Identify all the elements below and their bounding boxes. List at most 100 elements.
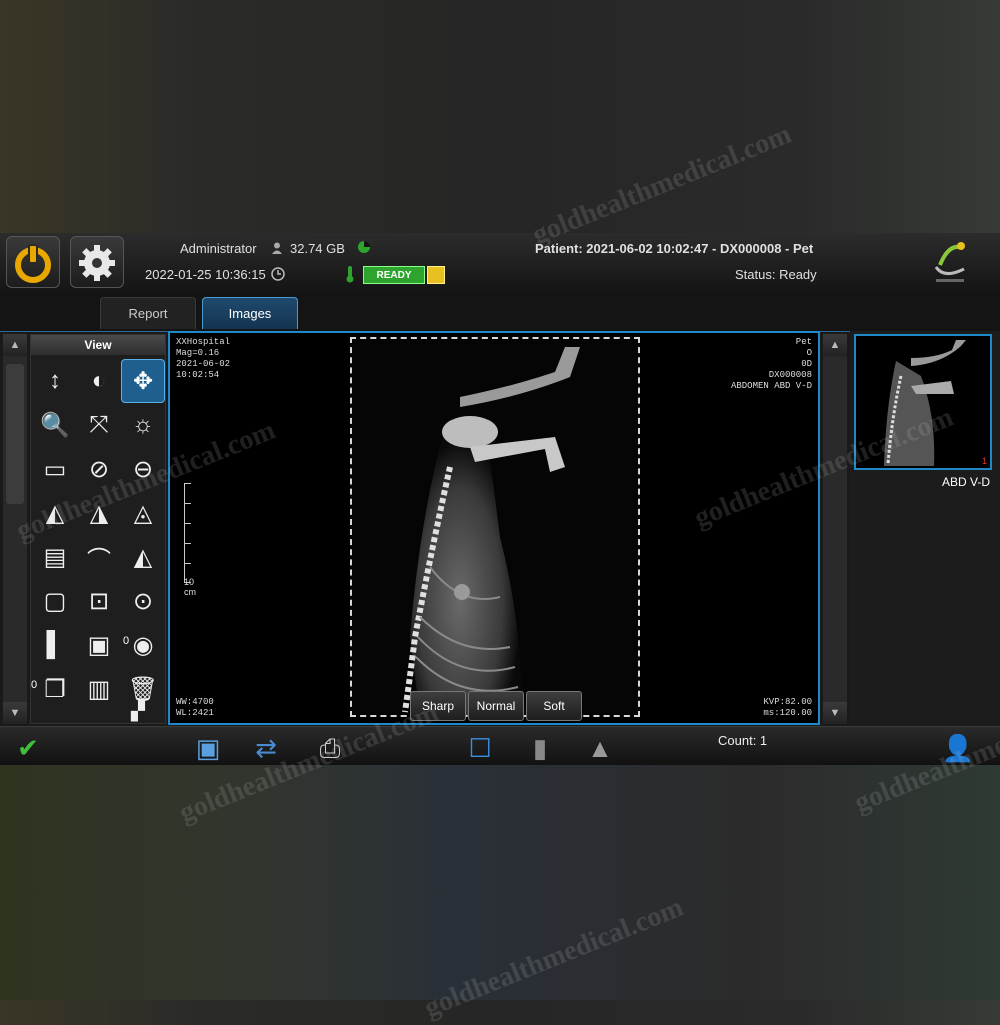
- mirror-right-icon: ◭: [133, 543, 153, 571]
- status-label: Status: Ready: [735, 267, 817, 282]
- magnifier-frame-icon: ⊡: [88, 587, 110, 615]
- page-button[interactable]: ▮: [522, 733, 558, 765]
- checkmark-icon: ✔: [17, 733, 39, 763]
- overlay-bottom-right: KVP:82.00 ms:120.00: [763, 697, 812, 718]
- overlay-bottom-left: WW:4700 WL:2421: [176, 697, 214, 718]
- thumbnail-index: 1: [981, 456, 987, 466]
- bottom-toolbar: ✔ ▣ ⇄ ⎙ ☐ ▮ ▲ Count: 1 👤: [0, 726, 1000, 765]
- image-count: Count: 1: [718, 733, 768, 748]
- layout-button[interactable]: ☐: [462, 733, 498, 765]
- floppy-disk-icon: ▣: [195, 733, 221, 763]
- triangle-up-icon: ▲: [587, 733, 613, 763]
- datetime-label: 2022-01-25 10:36:15: [145, 267, 266, 282]
- power-icon: [15, 244, 51, 283]
- doctor-button[interactable]: 👤: [940, 733, 976, 765]
- brightness-icon: ☼: [132, 411, 154, 438]
- app-window: Administrator 32.74 GB Patient: 2021-06-…: [0, 233, 1000, 765]
- tool-button[interactable]: ☼: [121, 403, 165, 447]
- image-viewer[interactable]: XXHospital Mag=0.16 2021-06-02 10:02:54 Pe…: [168, 331, 820, 725]
- contrast-icon: ▌: [46, 631, 64, 658]
- transfer-icon: ⇄: [255, 733, 277, 763]
- eye-icon: ◉: [132, 631, 154, 659]
- save-button[interactable]: ▣: [190, 733, 226, 765]
- mirror-icon: ◬: [133, 499, 153, 527]
- tool-button[interactable]: ❐: [33, 667, 77, 711]
- tab-report[interactable]: Report: [100, 297, 196, 329]
- flip-vertical-icon: ◮: [89, 499, 109, 527]
- disk-usage-icon: [357, 240, 371, 254]
- rotate-icon: ⌒: [87, 546, 111, 574]
- warning-icon: [427, 266, 445, 284]
- thumbnail-xray: [856, 336, 990, 468]
- user-icon: [272, 241, 282, 254]
- tool-button[interactable]: ↕: [33, 359, 77, 403]
- up-button[interactable]: ▲: [582, 733, 618, 765]
- scroll-down-button[interactable]: ▼: [3, 702, 27, 724]
- tool-button[interactable]: ▣: [77, 623, 121, 667]
- tool-button[interactable]: ⊡: [77, 579, 121, 623]
- tool-button[interactable]: ⤧: [77, 403, 121, 447]
- thumbnail-image[interactable]: 1: [854, 334, 992, 470]
- tool-button[interactable]: ⌒: [77, 535, 121, 579]
- clock-icon: [271, 267, 285, 281]
- tool-panel-title: View: [31, 335, 165, 355]
- pan-icon: ✥: [132, 367, 154, 395]
- soft-button[interactable]: Soft: [526, 691, 582, 721]
- tool-button[interactable]: ◬: [121, 491, 165, 535]
- no-shutter-icon: ⊘: [88, 455, 110, 483]
- tool-scrollbar[interactable]: ▲ ▼: [3, 334, 27, 724]
- printer-icon: ⎙: [319, 733, 341, 763]
- crop-region[interactable]: [350, 337, 640, 717]
- copy-counter: 0: [31, 679, 38, 691]
- print-button[interactable]: ⎙: [312, 733, 348, 765]
- background-lower: [0, 765, 1000, 1000]
- brand-logo: [930, 239, 970, 285]
- normal-button[interactable]: Normal: [468, 691, 524, 721]
- thumbnail-label: ABD V-D: [941, 475, 990, 489]
- patient-info: Patient: 2021-06-02 10:02:47 - DX000008 …: [535, 241, 814, 256]
- magnifier-icon: ⊙: [132, 587, 154, 615]
- tool-button[interactable]: ⊘: [77, 447, 121, 491]
- export-icon[interactable]: ▞: [131, 701, 145, 722]
- thumb-scroll-up-button[interactable]: ▲: [823, 334, 847, 356]
- page-icon: ▮: [532, 733, 548, 763]
- tool-button[interactable]: ◐: [77, 359, 121, 403]
- thumbnail-scrollbar[interactable]: ▲ ▼: [823, 334, 847, 724]
- sharp-button[interactable]: Sharp: [410, 691, 466, 721]
- thumbnail-panel: 1 ABD V-D: [850, 331, 1000, 725]
- thumb-scroll-down-button[interactable]: ▼: [823, 702, 847, 724]
- scroll-up-button[interactable]: ▲: [3, 334, 27, 356]
- gear-icon: [79, 245, 115, 281]
- copy-icon: ❐: [44, 675, 66, 703]
- top-bar: Administrator 32.74 GB Patient: 2021-06-…: [0, 233, 1000, 292]
- tool-button[interactable]: 🔍: [33, 403, 77, 447]
- frame-icon: ▢: [43, 587, 67, 615]
- scroll-thumb[interactable]: [6, 364, 24, 504]
- transfer-button[interactable]: ⇄: [248, 733, 284, 765]
- tool-button[interactable]: ⊙: [121, 579, 165, 623]
- tool-button[interactable]: ▭: [33, 447, 77, 491]
- pages-icon: ▥: [87, 675, 111, 703]
- tool-button[interactable]: ◭: [33, 491, 77, 535]
- tool-button[interactable]: ◭: [121, 535, 165, 579]
- settings-button[interactable]: [70, 236, 124, 288]
- flip-horizontal-icon: ◭: [45, 499, 65, 527]
- user-label: Administrator: [180, 241, 257, 256]
- eye-counter: 0: [123, 635, 130, 647]
- ready-status-badge: READY: [363, 266, 425, 284]
- accept-button[interactable]: ✔: [10, 733, 46, 765]
- power-button[interactable]: [6, 236, 60, 288]
- tool-button[interactable]: ◮: [77, 491, 121, 535]
- trash-icon: 🗑: [127, 675, 159, 703]
- zoom-in-icon: 🔍: [40, 411, 70, 439]
- vertical-move-icon: ↕: [49, 367, 61, 394]
- tool-button[interactable]: ▌: [33, 623, 77, 667]
- tool-button[interactable]: ✥: [121, 359, 165, 403]
- tool-button[interactable]: ▤: [33, 535, 77, 579]
- fit-icon: ⤧: [89, 411, 109, 438]
- tool-button[interactable]: ⊖: [121, 447, 165, 491]
- tab-images[interactable]: Images: [202, 297, 298, 329]
- tool-button[interactable]: ▢: [33, 579, 77, 623]
- tool-button[interactable]: ▥: [77, 667, 121, 711]
- single-frame-icon: ☐: [468, 733, 492, 763]
